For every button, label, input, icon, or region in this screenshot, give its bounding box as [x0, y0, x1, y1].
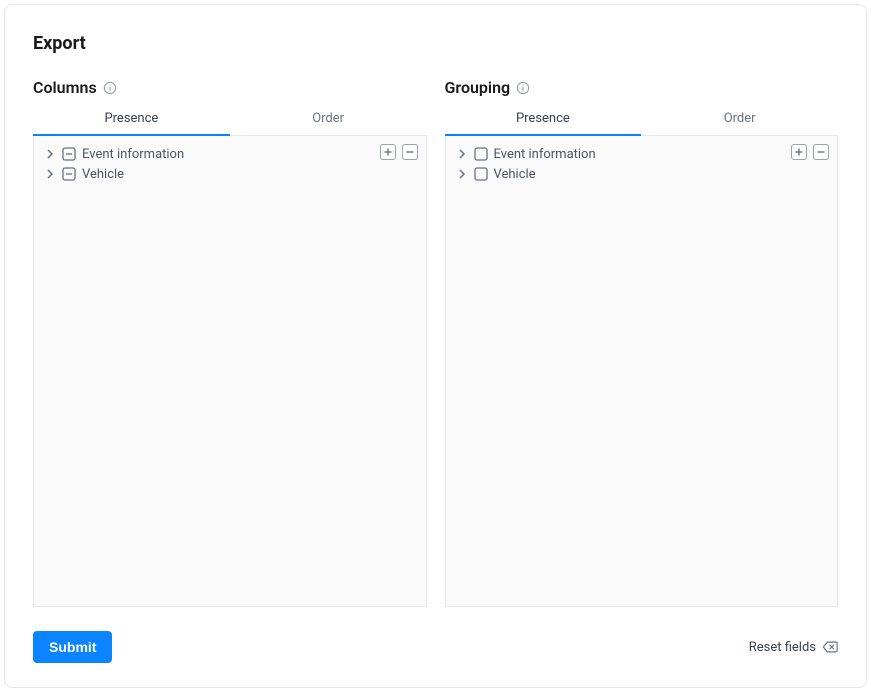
- grouping-tabs: Presence Order: [445, 103, 839, 136]
- chevron-right-icon[interactable]: [456, 168, 468, 180]
- checkbox-indeterminate-icon[interactable]: [62, 167, 76, 181]
- expand-all-button[interactable]: [791, 144, 807, 160]
- columns-tabs: Presence Order: [33, 103, 427, 136]
- tab-grouping-order[interactable]: Order: [641, 103, 838, 136]
- panels-row: Columns Presence Order: [33, 78, 838, 607]
- columns-panel: Columns Presence Order: [33, 78, 427, 607]
- chevron-right-icon[interactable]: [44, 168, 56, 180]
- grouping-panel: Grouping Presence Order: [445, 78, 839, 607]
- collapse-all-button[interactable]: [813, 144, 829, 160]
- columns-title: Columns: [33, 78, 97, 97]
- info-icon[interactable]: [516, 81, 530, 95]
- tree-row[interactable]: Event information: [452, 144, 832, 164]
- grouping-header: Grouping: [445, 78, 839, 97]
- page-title: Export: [33, 33, 838, 54]
- checkbox-unchecked-icon[interactable]: [474, 147, 488, 161]
- collapse-all-button[interactable]: [402, 144, 418, 160]
- tree-item-label: Vehicle: [82, 167, 416, 182]
- tree-row[interactable]: Event information: [40, 144, 420, 164]
- submit-button[interactable]: Submit: [33, 631, 112, 663]
- expand-all-button[interactable]: [380, 144, 396, 160]
- checkbox-unchecked-icon[interactable]: [474, 167, 488, 181]
- tree-row[interactable]: Vehicle: [452, 164, 832, 184]
- tab-columns-order[interactable]: Order: [230, 103, 427, 136]
- tab-grouping-presence[interactable]: Presence: [445, 103, 642, 136]
- grouping-expand-controls: [791, 144, 829, 160]
- delete-tag-icon: [822, 640, 838, 654]
- grouping-title: Grouping: [445, 78, 511, 97]
- tree-item-label: Vehicle: [494, 167, 828, 182]
- tree-item-label: Event information: [494, 147, 828, 162]
- grouping-tree: Event information Vehicle: [445, 136, 839, 607]
- footer: Submit Reset fields: [33, 625, 838, 663]
- columns-header: Columns: [33, 78, 427, 97]
- checkbox-indeterminate-icon[interactable]: [62, 147, 76, 161]
- reset-fields-button[interactable]: Reset fields: [749, 640, 838, 655]
- tree-item-label: Event information: [82, 147, 416, 162]
- columns-expand-controls: [380, 144, 418, 160]
- reset-fields-label: Reset fields: [749, 640, 816, 655]
- export-panel: Export Columns Presence Order: [4, 4, 867, 688]
- tab-columns-presence[interactable]: Presence: [33, 103, 230, 136]
- info-icon[interactable]: [103, 81, 117, 95]
- chevron-right-icon[interactable]: [44, 148, 56, 160]
- tree-row[interactable]: Vehicle: [40, 164, 420, 184]
- chevron-right-icon[interactable]: [456, 148, 468, 160]
- columns-tree: Event information Vehicle: [33, 136, 427, 607]
